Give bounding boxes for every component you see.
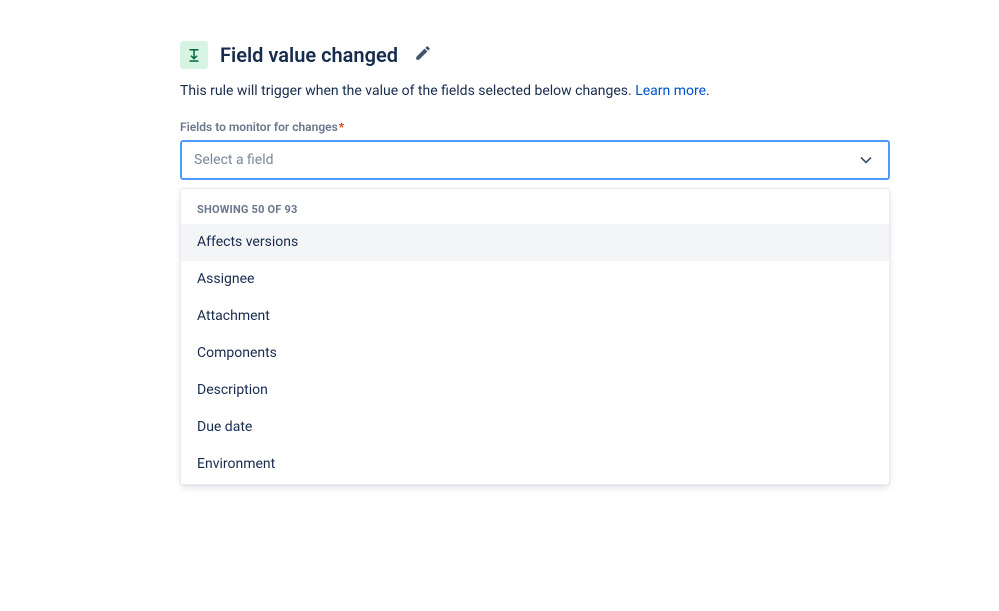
page-title: Field value changed xyxy=(220,43,398,67)
dropdown-option[interactable]: Assignee xyxy=(181,261,889,298)
description-period: . xyxy=(706,83,710,99)
field-label: Fields to monitor for changes* xyxy=(180,120,890,134)
config-panel: Field value changed This rule will trigg… xyxy=(180,40,890,485)
select-placeholder: Select a field xyxy=(194,152,274,168)
required-asterisk: * xyxy=(339,120,344,134)
dropdown-option[interactable]: Due date xyxy=(181,409,889,446)
header-row: Field value changed xyxy=(180,40,890,69)
pencil-icon xyxy=(414,44,432,65)
chevron-down-icon xyxy=(856,150,876,170)
dropdown-option[interactable]: Description xyxy=(181,372,889,409)
fields-select-input[interactable]: Select a field xyxy=(180,140,890,180)
edit-title-button[interactable] xyxy=(410,40,436,69)
rule-description: This rule will trigger when the value of… xyxy=(180,81,890,102)
dropdown-option[interactable]: Components xyxy=(181,335,889,372)
dropdown-option[interactable]: Environment xyxy=(181,446,889,483)
field-label-text: Fields to monitor for changes xyxy=(180,120,338,134)
description-text: This rule will trigger when the value of… xyxy=(180,83,635,99)
dropdown-option[interactable]: Fix versions xyxy=(181,483,889,484)
learn-more-link[interactable]: Learn more xyxy=(635,83,706,99)
dropdown-option[interactable]: Affects versions xyxy=(181,224,889,261)
dropdown-showing-count: SHOWING 50 OF 93 xyxy=(181,189,889,224)
trigger-field-changed-icon xyxy=(180,41,208,69)
fields-dropdown-scroll[interactable]: SHOWING 50 OF 93 Affects versionsAssigne… xyxy=(181,189,889,484)
dropdown-option[interactable]: Attachment xyxy=(181,298,889,335)
fields-dropdown: SHOWING 50 OF 93 Affects versionsAssigne… xyxy=(180,188,890,485)
